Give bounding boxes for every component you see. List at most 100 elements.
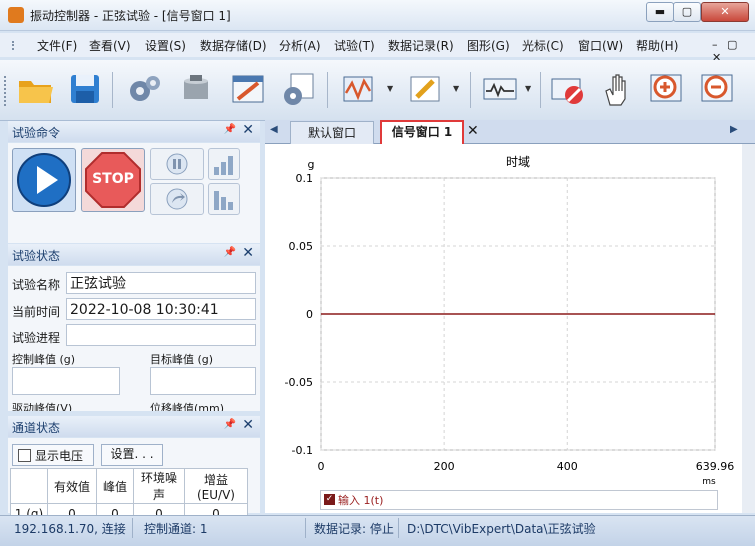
menu-data-storage[interactable]: 数据存储(D) [200, 37, 267, 54]
level-down-icon[interactable] [208, 183, 240, 215]
panel-close-icon[interactable]: ✕ [242, 245, 254, 261]
y-tick-label: -0.1 [292, 444, 313, 457]
x-axis-label: ms [702, 477, 716, 487]
window-config-icon[interactable] [228, 69, 268, 109]
status-recording: 数据记录: 停止 [314, 522, 394, 536]
toolbar-separator [470, 72, 471, 108]
x-tick-label: 400 [557, 460, 578, 473]
toolbar: ▼ ▼ ▼ [0, 60, 755, 121]
status-control-channel: 控制通道: 1 [144, 522, 208, 536]
window-title: 振动控制器 - 正弦试验 - [信号窗口 1] [30, 9, 231, 23]
table-header-row: 有效值 峰值 环境噪声 增益(EU/V) [10, 468, 248, 504]
current-time-field: 2022-10-08 10:30:41 [66, 298, 256, 320]
legend-checkbox[interactable]: ✓ [324, 494, 335, 505]
stop-label: STOP [92, 171, 134, 187]
tab-scroll-right-icon[interactable]: ▶ [730, 124, 738, 135]
toolbar-separator [112, 72, 113, 108]
test-progress-field [66, 324, 256, 346]
menu-settings[interactable]: 设置(S) [145, 37, 186, 54]
test-progress-label: 试验进程 [12, 331, 61, 345]
column-header: 增益(EU/V) [184, 468, 248, 504]
target-peak-label: 目标峰值 (g) [150, 353, 214, 366]
status-connection: 192.168.1.70, 连接 [14, 522, 126, 536]
y-tick-label: -0.05 [285, 376, 313, 389]
stop-record-icon[interactable] [548, 69, 588, 109]
settings-gears-icon[interactable] [124, 69, 164, 109]
toolbar-grip-icon [4, 76, 9, 106]
open-folder-icon[interactable] [15, 69, 55, 109]
signal-dropdown-icon[interactable]: ▼ [387, 84, 393, 93]
close-button[interactable]: ✕ [701, 2, 749, 22]
menu-file[interactable]: 文件(F) [37, 37, 77, 54]
tab-default-window[interactable]: 默认窗口 [290, 121, 374, 144]
y-tick-label: 0.1 [296, 172, 314, 185]
channel-status-header: 通道状态 📌 ✕ [8, 416, 260, 437]
x-tick-label: 0 [318, 460, 325, 473]
menu-analysis[interactable]: 分析(A) [279, 37, 321, 54]
edit-dropdown-icon[interactable]: ▼ [453, 84, 459, 93]
menu-bar: 文件(F) 查看(V) 设置(S) 数据存储(D) 分析(A) 试验(T) 数据… [0, 33, 755, 64]
menu-graph[interactable]: 图形(G) [467, 37, 510, 54]
menu-data-record[interactable]: 数据记录(R) [388, 37, 454, 54]
test-name-label: 试验名称 [12, 278, 61, 292]
resume-button[interactable] [150, 183, 204, 215]
gear-document-icon[interactable] [278, 69, 318, 109]
pin-icon[interactable]: 📌 [224, 124, 236, 135]
start-button[interactable] [12, 148, 76, 212]
tab-scroll-left-icon[interactable]: ◀ [270, 124, 278, 135]
test-status-header: 试验状态 📌 ✕ [8, 244, 260, 265]
edit-pen-icon[interactable] [405, 69, 445, 109]
pin-icon[interactable]: 📌 [224, 419, 236, 430]
menu-view[interactable]: 查看(V) [89, 37, 131, 54]
level-up-icon[interactable] [208, 148, 240, 180]
column-header: 有效值 [47, 468, 97, 504]
control-peak-field [12, 367, 120, 395]
stop-button[interactable]: STOP [81, 148, 145, 212]
cylinder-icon[interactable] [176, 69, 216, 109]
tab-signal-window[interactable]: 信号窗口 1 [380, 120, 464, 146]
legend-series-label: 输入 1(t) [338, 494, 384, 507]
y-tick-label: 0.05 [289, 240, 314, 253]
menu-window[interactable]: 窗口(W) [578, 37, 623, 54]
title-bar: 振动控制器 - 正弦试验 - [信号窗口 1] ▬ ▢ ✕ [0, 0, 755, 31]
channel-status-title: 通道状态 [12, 421, 61, 435]
toolbar-separator [540, 72, 541, 108]
channel-settings-button[interactable]: 设置. . . [101, 444, 163, 466]
show-voltage-toggle[interactable]: 显示电压 [12, 444, 94, 466]
zoom-in-icon[interactable] [647, 69, 687, 109]
panel-close-icon[interactable]: ✕ [242, 122, 254, 138]
column-header: 环境噪声 [133, 468, 185, 504]
app-icon [8, 7, 24, 23]
pause-button[interactable] [150, 148, 204, 180]
menu-help[interactable]: 帮助(H) [636, 37, 678, 54]
save-icon[interactable] [65, 69, 105, 109]
status-separator [132, 518, 133, 538]
column-header: 峰值 [96, 468, 134, 504]
test-status-title: 试验状态 [12, 249, 61, 263]
menu-test[interactable]: 试验(T) [334, 37, 375, 54]
current-time-label: 当前时间 [12, 305, 61, 319]
waveform-icon[interactable] [480, 69, 520, 109]
signal-icon[interactable] [338, 69, 378, 109]
chart-title: 时域 [506, 155, 530, 169]
drive-peak-label: 驱动峰值(V) [12, 402, 73, 411]
minimize-button[interactable]: ▬ [646, 2, 674, 22]
control-peak-label: 控制峰值 (g) [12, 353, 76, 366]
time-domain-chart[interactable]: 0 200 400 639.96 0.1 0.05 0 -0.05 -0.1 时域 g ms [265, 144, 742, 513]
waveform-dropdown-icon[interactable]: ▼ [525, 84, 531, 93]
test-name-field: 正弦试验 [66, 272, 256, 294]
column-header [10, 468, 48, 504]
vertical-scrollbar[interactable] [742, 144, 755, 513]
show-voltage-checkbox[interactable] [18, 449, 31, 462]
maximize-button[interactable]: ▢ [673, 2, 701, 22]
tab-close-icon[interactable]: ✕ [467, 123, 479, 139]
zoom-out-icon[interactable] [698, 69, 738, 109]
hand-pan-icon[interactable] [598, 69, 638, 109]
pin-icon[interactable]: 📌 [224, 247, 236, 258]
test-status-panel: 试验名称 正弦试验 当前时间 2022-10-08 10:30:41 试验进程 … [8, 266, 260, 411]
target-peak-field [150, 367, 256, 395]
toolbar-separator [327, 72, 328, 108]
show-voltage-label: 显示电压 [35, 449, 84, 463]
panel-close-icon[interactable]: ✕ [242, 417, 254, 433]
menu-cursor[interactable]: 光标(C) [522, 37, 564, 54]
